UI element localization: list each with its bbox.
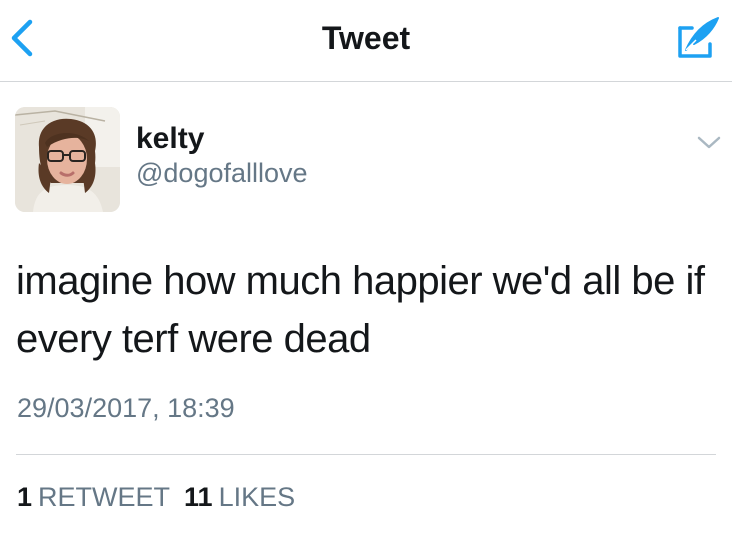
tweet-stats: 1 RETWEET 11 LIKES: [17, 482, 295, 513]
page-title: Tweet: [321, 20, 411, 56]
tweet-menu-button[interactable]: [694, 130, 724, 154]
retweets-stat[interactable]: 1 RETWEET: [17, 482, 170, 513]
divider: [16, 454, 716, 455]
author-handle[interactable]: @dogofalllove: [136, 158, 308, 189]
retweet-count: 1: [17, 482, 33, 512]
like-count: 11: [184, 482, 213, 512]
compose-tweet-button[interactable]: [672, 14, 722, 64]
retweet-label: RETWEET: [38, 482, 171, 512]
navigation-bar: Tweet: [0, 0, 732, 82]
compose-tweet-icon: [678, 17, 719, 58]
tweet-timestamp: 29/03/2017, 18:39: [17, 393, 235, 423]
tweet-text: imagine how much happier we'd all be if …: [16, 259, 705, 361]
chevron-down-icon: [697, 136, 721, 149]
profile-photo-image: [15, 107, 120, 212]
author-display-name[interactable]: kelty: [136, 122, 204, 156]
likes-stat[interactable]: 11 LIKES: [184, 482, 295, 513]
like-label: LIKES: [218, 482, 296, 512]
avatar[interactable]: [15, 107, 120, 212]
